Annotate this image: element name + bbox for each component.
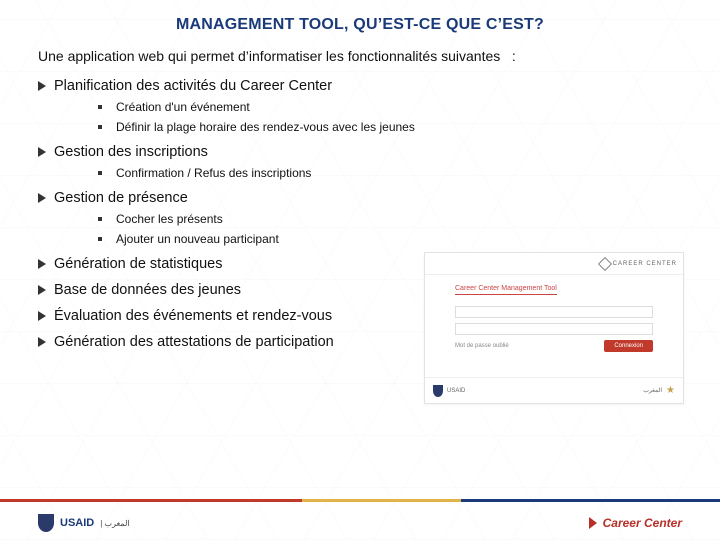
section-item: Définir la plage horaire des rendez-vous… xyxy=(98,120,682,134)
screenshot-login-button: Connexion xyxy=(604,340,653,352)
square-bullet-icon xyxy=(98,125,102,129)
footer-logo-left: USAID | المغرب xyxy=(38,514,130,532)
screenshot-body: Career Center Management Tool Mot de pas… xyxy=(425,275,683,362)
intro-text: Une application web qui permet d’informa… xyxy=(38,48,682,64)
section-item: Cocher les présents xyxy=(98,212,682,226)
usaid-shield-icon xyxy=(38,514,54,532)
screenshot-tab: Career Center Management Tool xyxy=(455,285,557,295)
footer-right-text: Career Center xyxy=(603,516,682,530)
section-item: Ajouter un nouveau participant xyxy=(98,232,682,246)
arrow-bullet-icon xyxy=(38,193,46,203)
section-heading: Gestion de présence xyxy=(38,190,682,206)
section-heading: Gestion des inscriptions xyxy=(38,144,682,160)
item-text: Création d'un événement xyxy=(116,100,250,114)
arrow-bullet-icon xyxy=(38,285,46,295)
screenshot-brand: CAREER CENTER xyxy=(600,259,677,269)
section-label: Gestion des inscriptions xyxy=(54,144,208,160)
square-bullet-icon xyxy=(98,171,102,175)
square-bullet-icon xyxy=(98,105,102,109)
square-bullet-icon xyxy=(98,237,102,241)
slide-footer: USAID | المغرب Career Center xyxy=(0,506,720,540)
item-text: Définir la plage horaire des rendez-vous… xyxy=(116,120,415,134)
usaid-shield-icon xyxy=(433,385,443,397)
screenshot-footer-left: USAID xyxy=(433,385,465,397)
brand-icon xyxy=(598,256,612,270)
footer-left-text: USAID xyxy=(60,517,94,529)
arrow-bullet-icon xyxy=(38,147,46,157)
item-text: Confirmation / Refus des inscriptions xyxy=(116,166,311,180)
screenshot-footer-right-text: المغرب xyxy=(643,387,662,394)
arrow-bullet-icon xyxy=(38,81,46,91)
chevron-icon xyxy=(589,517,597,529)
brand-text: CAREER CENTER xyxy=(613,261,677,267)
section-label: Base de données des jeunes xyxy=(54,282,241,298)
accent-bar xyxy=(0,499,720,502)
section-item: Création d'un événement xyxy=(98,100,682,114)
arrow-bullet-icon xyxy=(38,311,46,321)
screenshot-forgot-link: Mot de passe oublié xyxy=(455,343,509,349)
section-label: Évaluation des événements et rendez-vous xyxy=(54,308,332,324)
screenshot-footer-left-text: USAID xyxy=(447,388,465,394)
slide-title: MANAGEMENT TOOL, QU’EST-CE QUE C’EST? xyxy=(38,16,682,34)
arrow-bullet-icon xyxy=(38,337,46,347)
item-text: Cocher les présents xyxy=(116,212,223,226)
arrow-bullet-icon xyxy=(38,259,46,269)
section-label: Génération des attestations de participa… xyxy=(54,334,334,350)
star-icon: ★ xyxy=(666,385,675,396)
square-bullet-icon xyxy=(98,217,102,221)
section-label: Planification des activités du Career Ce… xyxy=(54,78,332,94)
screenshot-header: CAREER CENTER xyxy=(425,253,683,275)
screenshot-field-user xyxy=(455,306,653,318)
footer-logo-right: Career Center xyxy=(589,516,682,530)
screenshot-footer-right: المغرب ★ xyxy=(643,385,675,396)
screenshot-field-pass xyxy=(455,323,653,335)
app-screenshot: CAREER CENTER Career Center Management T… xyxy=(424,252,684,404)
section-item: Confirmation / Refus des inscriptions xyxy=(98,166,682,180)
section-heading: Planification des activités du Career Ce… xyxy=(38,78,682,94)
item-text: Ajouter un nouveau participant xyxy=(116,232,279,246)
screenshot-footer: USAID المغرب ★ xyxy=(425,377,683,403)
section-label: Génération de statistiques xyxy=(54,256,222,272)
footer-left-ar: | المغرب xyxy=(100,519,129,528)
section-label: Gestion de présence xyxy=(54,190,188,206)
